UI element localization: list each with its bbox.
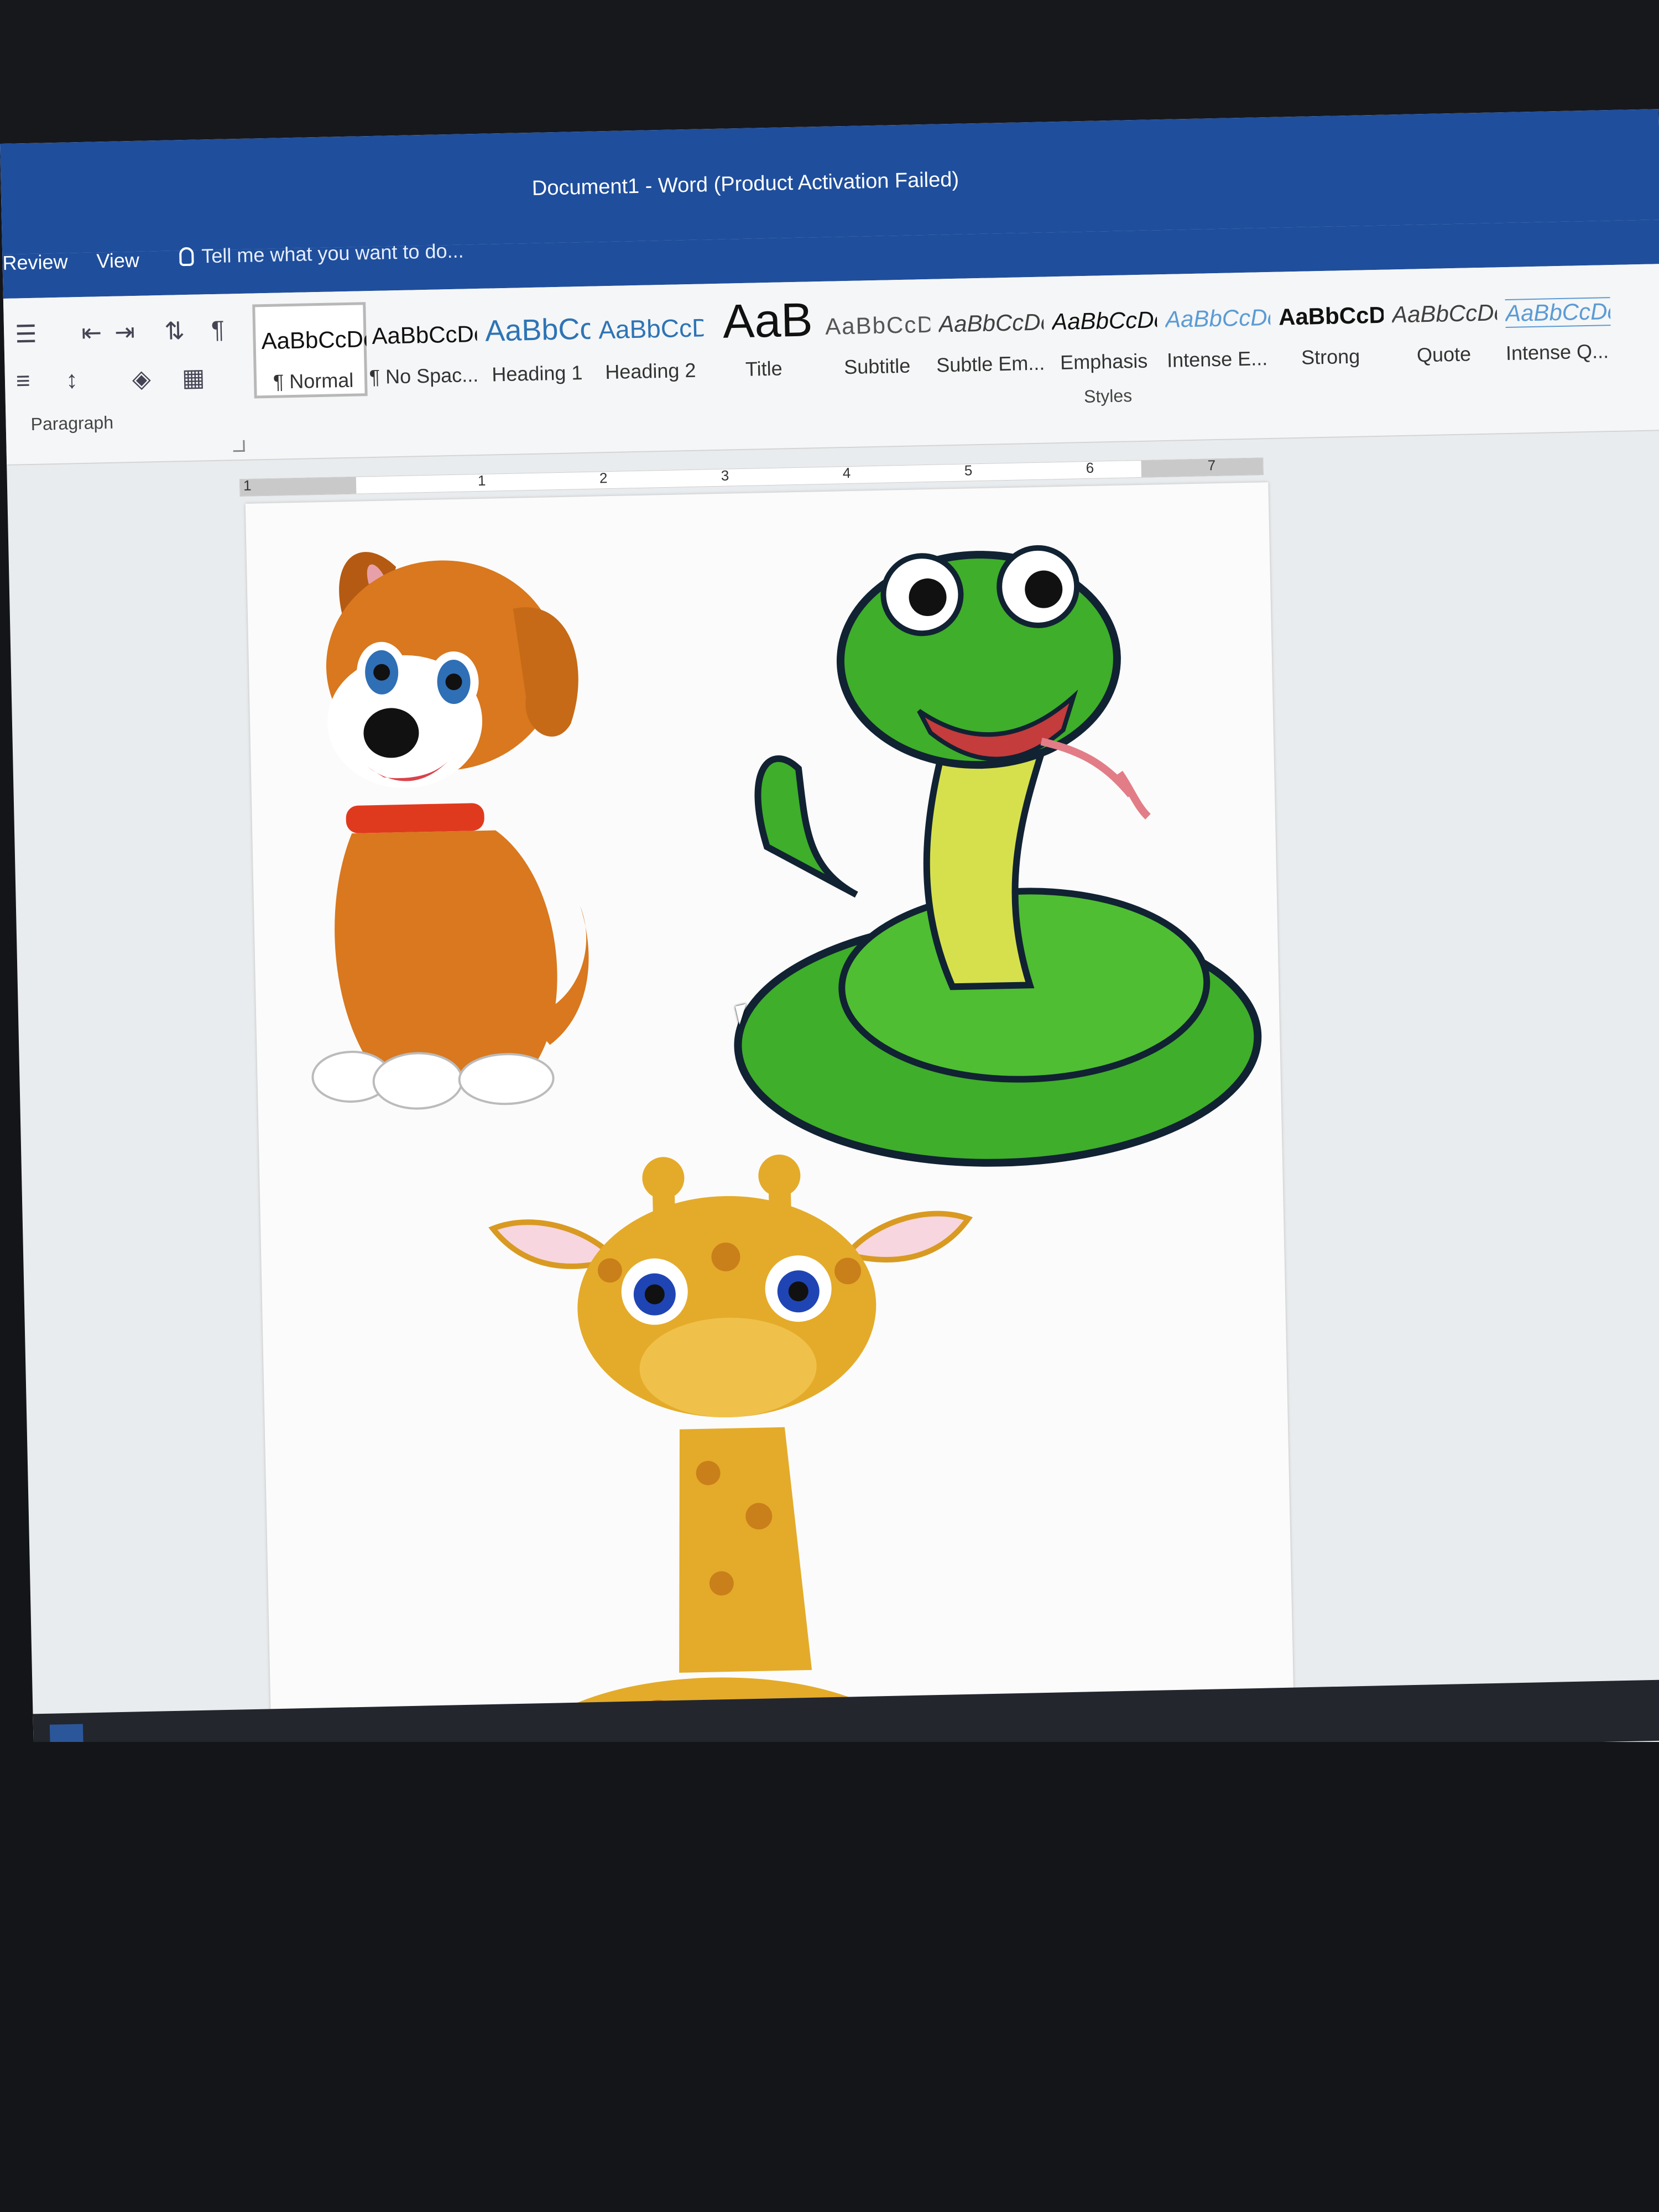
style-name: Intense E... [1166, 347, 1268, 372]
style-name: Intense Q... [1505, 340, 1609, 365]
window-title: Document1 - Word (Product Activation Fai… [531, 168, 959, 200]
style-sample: AaBbCcD [825, 311, 931, 340]
ruler-mark: 2 [599, 469, 608, 487]
style-subtitle[interactable]: AaBbCcD Subtitle [819, 290, 935, 387]
style-name: Strong [1301, 345, 1360, 369]
cartoon-puppy-image[interactable] [302, 547, 592, 1111]
style-name: Quote [1416, 342, 1472, 367]
style-sample: AaBbCcDc [371, 321, 477, 349]
cartoon-giraffe-image[interactable] [425, 1151, 984, 1781]
style-name: ¶ No Spac... [369, 363, 479, 389]
style-title[interactable]: AaB Title [706, 293, 821, 389]
style-sample: AaBbCcDc [938, 309, 1044, 337]
style-sample: AaBbCcDc [1278, 301, 1384, 330]
monitor-bezel-bottom [0, 1742, 1659, 2212]
tab-view[interactable]: View [96, 249, 139, 273]
style-sample: AaB [722, 293, 813, 348]
style-sample: AaBbCcDc [1165, 304, 1271, 332]
style-name: Emphasis [1060, 349, 1148, 374]
ruler-left-margin [239, 477, 357, 497]
style-heading-1[interactable]: AaBbCc Heading 1 [479, 298, 594, 394]
styles-group-label: Styles [1083, 385, 1133, 407]
ruler-mark: 7 [1207, 457, 1216, 474]
style-no-spacing[interactable]: AaBbCcDc ¶ No Spac... [366, 300, 481, 396]
cartoon-snake-image[interactable] [728, 544, 1262, 1168]
ruler-mark: 1 [477, 472, 486, 489]
style-sample: AaBbCcDc [261, 326, 367, 354]
borders-icon[interactable]: ▦ [181, 363, 205, 392]
style-sample: AaBbCc [484, 312, 591, 348]
style-name: Heading 2 [604, 358, 696, 384]
line-spacing-icon[interactable]: ↕ [65, 366, 78, 394]
style-sample: AaBbCcDc [1051, 306, 1157, 335]
ruler-mark: 3 [721, 467, 729, 484]
ruler-mark: 1 [243, 477, 252, 494]
style-emphasis[interactable]: AaBbCcDc Emphasis [1046, 285, 1161, 382]
style-strong[interactable]: AaBbCcDc Strong [1272, 281, 1388, 377]
style-sample: AaBbCcDc [1391, 299, 1498, 328]
style-sample: AaBbCcD [598, 313, 704, 345]
decrease-indent-icon[interactable]: ⇤ [81, 319, 102, 347]
style-subtle-emphasis[interactable]: AaBbCcDc Subtle Em... [932, 288, 1048, 384]
style-name: Heading 1 [491, 361, 583, 386]
style-name: Subtitle [843, 354, 911, 379]
ruler-mark: 4 [842, 464, 851, 482]
document-images [302, 544, 1262, 1781]
style-name: Title [745, 357, 783, 380]
document-page[interactable] [245, 482, 1295, 1781]
style-heading-2[interactable]: AaBbCcD Heading 2 [592, 295, 708, 391]
style-name: Subtle Em... [936, 351, 1045, 377]
ruler-mark: 6 [1086, 459, 1094, 477]
lightbulb-icon [179, 247, 194, 267]
increase-indent-icon[interactable]: ⇥ [114, 318, 135, 347]
screen: Document1 - Word (Product Activation Fai… [0, 109, 1659, 1781]
paragraph-group-label: Paragraph [30, 412, 114, 434]
style-sample: AaBbCcDc [1505, 297, 1611, 328]
shading-icon[interactable]: ◈ [132, 364, 151, 393]
style-intense-quote[interactable]: AaBbCcDc Intense Q... [1499, 276, 1615, 372]
justify-icon[interactable]: ≡ [15, 367, 30, 395]
style-intense-emphasis[interactable]: AaBbCcDc Intense E... [1159, 283, 1275, 379]
ruler-right-margin [1141, 458, 1264, 477]
ruler-mark: 5 [964, 462, 973, 479]
multilevel-list-icon[interactable]: ☰ [15, 320, 38, 349]
show-marks-icon[interactable]: ¶ [211, 316, 225, 344]
style-name: ¶ Normal [273, 368, 354, 393]
style-normal[interactable]: AaBbCcDc ¶ Normal [252, 302, 368, 399]
tab-review[interactable]: Review [2, 250, 68, 274]
sort-icon[interactable]: ⇅ [164, 317, 185, 346]
paragraph-dialog-launcher[interactable] [233, 440, 245, 452]
style-quote[interactable]: AaBbCcDc Quote [1386, 278, 1501, 374]
